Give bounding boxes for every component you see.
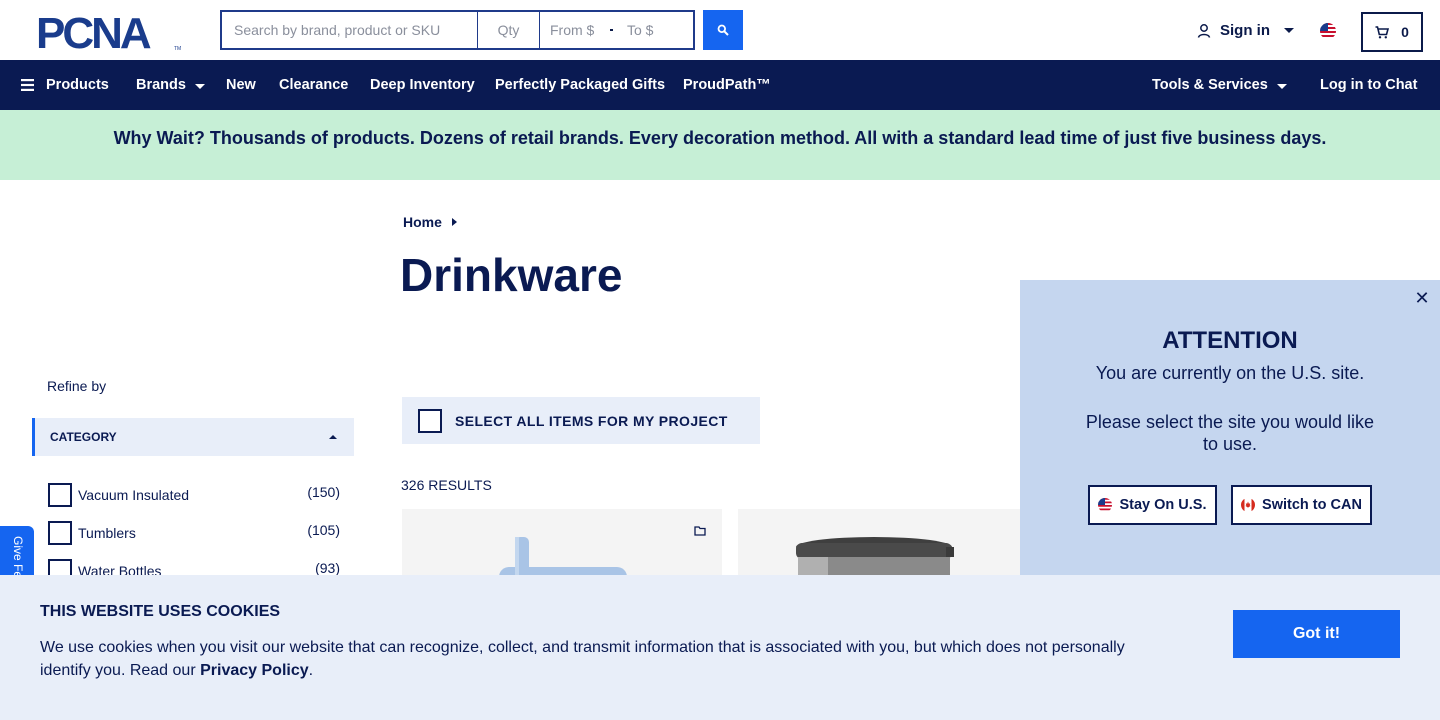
sign-in-menu[interactable]: Sign in	[1196, 22, 1294, 39]
nav-chat-login[interactable]: Log in to Chat	[1320, 60, 1417, 110]
chevron-up-icon	[329, 435, 337, 439]
nav-products[interactable]: Products	[21, 60, 109, 110]
results-count: 326 RESULTS	[401, 477, 492, 493]
nav-products-label: Products	[46, 77, 109, 93]
cart-count: 0	[1401, 24, 1409, 40]
select-all-label: SELECT ALL ITEMS FOR MY PROJECT	[455, 412, 728, 429]
switch-to-can-label: Switch to CAN	[1262, 497, 1362, 513]
dialog-current-site-text: You are currently on the U.S. site.	[1095, 363, 1365, 383]
nav-brands[interactable]: Brands	[136, 60, 205, 110]
logo-text: PCNA	[36, 12, 151, 52]
user-icon	[1197, 23, 1211, 38]
facet-vacuum-insulated[interactable]: Vacuum Insulated (150)	[48, 482, 340, 508]
facet-tumblers[interactable]: Tumblers (105)	[48, 520, 340, 546]
switch-to-can-button[interactable]: Switch to CAN	[1231, 485, 1372, 525]
canada-flag-icon	[1241, 498, 1256, 512]
folder-icon[interactable]	[694, 525, 706, 536]
search-input[interactable]	[220, 10, 478, 50]
svg-text:TM: TM	[174, 46, 181, 52]
stay-on-us-label: Stay On U.S.	[1119, 497, 1207, 513]
promo-banner: Why Wait? Thousands of products. Dozens …	[0, 110, 1440, 180]
main-nav: Products Brands New Clearance Deep Inven…	[0, 60, 1440, 110]
breadcrumb: Home	[403, 214, 457, 230]
price-range	[540, 10, 695, 50]
stay-on-us-button[interactable]: Stay On U.S.	[1088, 485, 1217, 525]
qty-input[interactable]	[478, 10, 540, 50]
nav-tools-services[interactable]: Tools & Services	[1152, 60, 1287, 110]
facet-count: (93)	[315, 560, 340, 576]
nav-deep-inventory[interactable]: Deep Inventory	[370, 60, 475, 110]
chevron-down-icon	[1276, 83, 1287, 89]
cookie-title: THIS WEBSITE USES COOKIES	[40, 603, 281, 620]
site-header: PCNA TM Sign in	[0, 0, 1440, 60]
cookie-period: .	[308, 662, 314, 679]
facet-count: (105)	[307, 522, 340, 538]
nav-tools-label: Tools & Services	[1152, 77, 1268, 93]
facet-checkbox[interactable]	[48, 483, 72, 507]
search-button[interactable]	[703, 10, 743, 50]
breadcrumb-home[interactable]: Home	[403, 214, 442, 230]
chevron-right-icon	[451, 218, 457, 226]
price-from-input[interactable]	[550, 22, 606, 38]
chevron-down-icon	[1284, 28, 1294, 33]
cart-icon	[1375, 25, 1390, 38]
cart-button[interactable]: 0	[1361, 12, 1423, 52]
close-icon[interactable]: ✕	[1412, 288, 1432, 308]
nav-proudpath[interactable]: ProudPath™	[683, 60, 771, 110]
cookie-text: We use cookies when you visit our websit…	[40, 636, 1160, 682]
us-flag-icon[interactable]	[1320, 23, 1336, 39]
nav-brands-label: Brands	[136, 77, 186, 93]
nav-clearance[interactable]: Clearance	[279, 60, 348, 110]
nav-new[interactable]: New	[226, 60, 256, 110]
page-title: Drinkware	[400, 249, 623, 301]
chevron-down-icon	[194, 83, 205, 89]
select-all-checkbox[interactable]	[418, 408, 442, 433]
hamburger-icon	[21, 79, 34, 91]
site-selection-dialog: ✕ ATTENTION You are currently on the U.S…	[1020, 280, 1440, 580]
dialog-select-site-text: Please select the site you would like to…	[1085, 412, 1375, 454]
refine-by-label: Refine by	[47, 378, 107, 394]
price-range-dash	[610, 29, 613, 31]
privacy-policy-link[interactable]: Privacy Policy	[200, 662, 309, 679]
facet-count: (150)	[307, 484, 340, 500]
pcna-logo[interactable]: PCNA TM	[36, 12, 184, 52]
facet-checkbox[interactable]	[48, 521, 72, 545]
dialog-title: ATTENTION	[1162, 327, 1298, 354]
select-all-items[interactable]: SELECT ALL ITEMS FOR MY PROJECT	[402, 397, 760, 444]
price-to-input[interactable]	[627, 22, 683, 38]
nav-gifts[interactable]: Perfectly Packaged Gifts	[495, 60, 665, 110]
sign-in-label: Sign in	[1220, 22, 1270, 39]
us-flag-icon	[1098, 498, 1113, 512]
search-bar	[220, 10, 695, 50]
facet-label: Tumblers	[78, 525, 136, 541]
promo-text: Why Wait? Thousands of products. Dozens …	[113, 127, 1327, 148]
category-label: CATEGORY	[50, 430, 117, 444]
facet-label: Vacuum Insulated	[78, 487, 190, 503]
category-filter-header[interactable]: CATEGORY	[32, 418, 354, 456]
got-it-button[interactable]: Got it!	[1233, 610, 1400, 658]
search-icon	[717, 24, 729, 36]
cookie-banner: THIS WEBSITE USES COOKIES We use cookies…	[0, 575, 1440, 720]
